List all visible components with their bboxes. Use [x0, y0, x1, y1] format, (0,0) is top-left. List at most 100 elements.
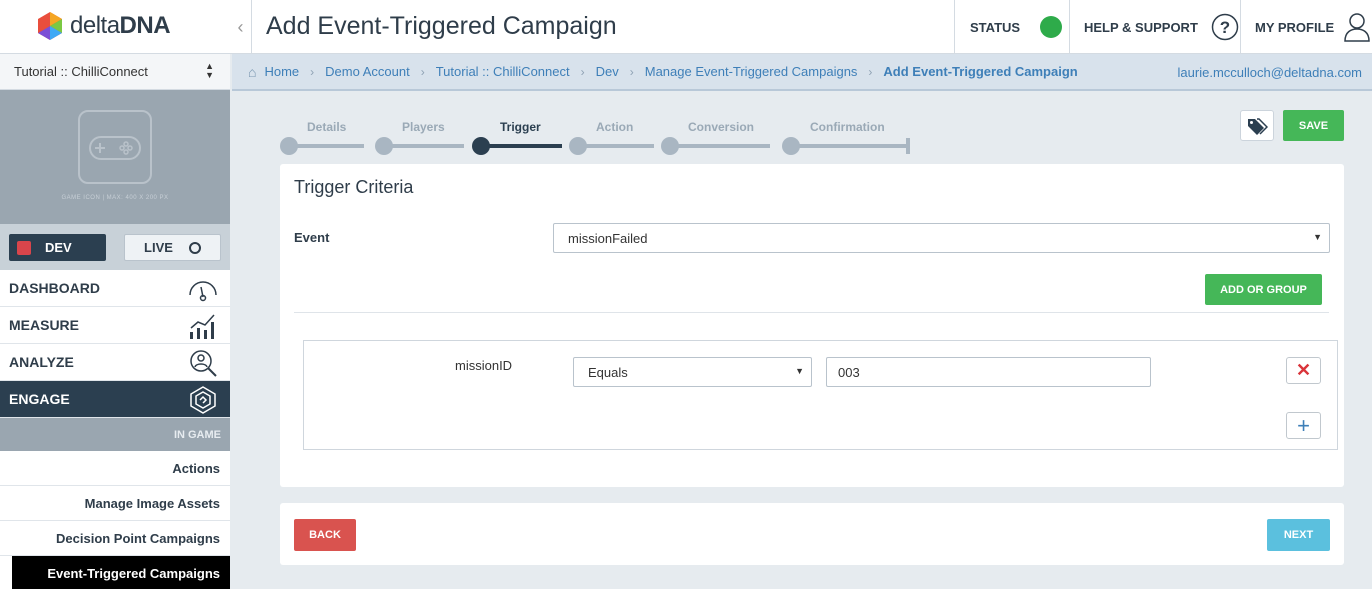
operator-select-value: Equals: [588, 364, 628, 380]
cube-icon: [17, 240, 31, 255]
step-connector: [578, 144, 654, 148]
criteria-value-text: 003: [838, 364, 860, 380]
operator-select[interactable]: Equals ▼: [573, 357, 812, 387]
divider: [294, 312, 1329, 313]
step-conversion-label[interactable]: Conversion: [688, 120, 754, 134]
game-icon-placeholder: [78, 110, 152, 184]
nav-engage-label: ENGAGE: [9, 391, 70, 407]
env-dev-label: DEV: [45, 240, 72, 255]
tags-icon: [1248, 117, 1268, 135]
breadcrumb-current: Add Event-Triggered Campaign: [883, 64, 1078, 79]
env-live-button[interactable]: LIVE: [124, 234, 221, 261]
help-icon: ?: [1211, 13, 1239, 41]
env-dev-button[interactable]: DEV: [9, 234, 106, 261]
user-email-link[interactable]: laurie.mcculloch@deltadna.com: [1178, 65, 1362, 80]
svg-text:?: ?: [1220, 18, 1230, 37]
env-live-label: LIVE: [144, 240, 173, 255]
step-players-dot[interactable]: [375, 137, 393, 155]
card-title: Trigger Criteria: [294, 177, 414, 197]
nav-decision-point-campaigns[interactable]: Decision Point Campaigns: [0, 521, 230, 556]
nav-analyze[interactable]: ANALYZE: [0, 344, 230, 381]
wizard-steps: Details Players Trigger Action Conversio…: [280, 112, 920, 162]
step-players-label[interactable]: Players: [402, 120, 445, 134]
next-button[interactable]: NEXT: [1267, 519, 1330, 551]
trigger-criteria-card: Trigger Criteria Event missionFailed ▼ A…: [280, 164, 1344, 487]
gamepad-icon: [89, 136, 141, 160]
help-support-link[interactable]: HELP & SUPPORT ?: [1069, 0, 1241, 54]
engage-icon: [190, 386, 216, 414]
nav-actions[interactable]: Actions: [0, 451, 230, 486]
my-profile-link[interactable]: MY PROFILE: [1240, 0, 1372, 54]
nav-analyze-label: ANALYZE: [9, 354, 74, 370]
game-icon-area[interactable]: GAME ICON | MAX: 400 X 200 PX: [0, 90, 230, 224]
ring-icon: [188, 241, 201, 254]
breadcrumb-dev[interactable]: Dev: [596, 64, 619, 79]
step-connector: [384, 144, 464, 148]
step-connector: [790, 144, 906, 148]
nav-measure-label: MEASURE: [9, 317, 80, 333]
wizard-footer: BACK NEXT: [280, 503, 1344, 565]
nav-event-triggered-campaigns[interactable]: Event-Triggered Campaigns: [12, 556, 230, 589]
status-indicator[interactable]: STATUS: [954, 0, 1070, 54]
step-confirmation-label[interactable]: Confirmation: [810, 120, 885, 134]
nav-manage-image-assets[interactable]: Manage Image Assets: [0, 486, 230, 521]
top-header: deltaDNA ‹ Add Event-Triggered Campaign …: [0, 0, 1372, 54]
step-trigger-dot[interactable]: [472, 137, 490, 155]
step-connector: [289, 144, 364, 148]
chevron-right-icon: ›: [629, 64, 634, 79]
step-confirmation-dot[interactable]: [782, 137, 800, 155]
status-label: STATUS: [970, 19, 1021, 35]
add-or-group-button[interactable]: ADD OR GROUP: [1205, 274, 1322, 305]
breadcrumb-demo-account[interactable]: Demo Account: [325, 64, 410, 79]
step-details-label[interactable]: Details: [307, 120, 346, 134]
sidebar: Tutorial :: ChilliConnect ▲ ▼ GAME ICON |…: [0, 54, 230, 589]
back-button[interactable]: BACK: [294, 519, 356, 551]
profile-label: MY PROFILE: [1255, 19, 1335, 35]
deltadna-logo[interactable]: deltaDNA: [36, 10, 171, 42]
breadcrumb-manage-campaigns[interactable]: Manage Event-Triggered Campaigns: [645, 64, 858, 79]
step-end-marker: [906, 138, 910, 154]
step-action-label[interactable]: Action: [596, 120, 633, 134]
step-trigger-label[interactable]: Trigger: [500, 120, 541, 134]
game-icon-caption: GAME ICON | MAX: 400 X 200 PX: [61, 195, 169, 201]
chevron-right-icon: ›: [310, 64, 315, 79]
updown-arrows-icon: ▲ ▼: [205, 61, 214, 80]
page-title: Add Event-Triggered Campaign: [266, 12, 617, 40]
breadcrumb-game[interactable]: Tutorial :: ChilliConnect: [436, 64, 570, 79]
chevron-right-icon: ›: [580, 64, 585, 79]
criteria-value-input[interactable]: 003: [826, 357, 1151, 387]
status-dot-icon: [1040, 16, 1063, 38]
event-select-value: missionFailed: [568, 230, 648, 246]
gauge-icon: [189, 281, 217, 302]
chevron-right-icon: ›: [868, 64, 873, 79]
step-action-dot[interactable]: [569, 137, 587, 155]
game-select[interactable]: Tutorial :: ChilliConnect ▲ ▼: [0, 54, 230, 90]
event-label: Event: [294, 230, 330, 245]
chevron-right-icon: ›: [420, 64, 425, 79]
save-button[interactable]: SAVE: [1283, 110, 1344, 141]
magnifier-user-icon: [190, 350, 217, 377]
nav-measure[interactable]: MEASURE: [0, 307, 230, 344]
collapse-sidebar-button[interactable]: ‹: [230, 0, 252, 54]
criteria-group: missionID Equals ▼ 003 ✕ +: [303, 340, 1338, 450]
step-conversion-dot[interactable]: [661, 137, 679, 155]
deltadna-logo-icon: [38, 12, 62, 40]
event-select[interactable]: missionFailed ▼: [553, 223, 1330, 253]
remove-criteria-button[interactable]: ✕: [1286, 357, 1321, 384]
nav-dashboard-label: DASHBOARD: [9, 280, 100, 296]
breadcrumb: ⌂ Home › Demo Account › Tutorial :: Chil…: [232, 54, 1372, 91]
breadcrumb-trail: ⌂ Home › Demo Account › Tutorial :: Chil…: [232, 64, 1078, 80]
breadcrumb-home[interactable]: Home: [264, 64, 299, 79]
chevron-left-icon: ‹: [237, 16, 244, 37]
user-icon: [1344, 13, 1370, 42]
chart-icon: [190, 314, 215, 339]
step-connector: [480, 144, 562, 148]
add-criteria-button[interactable]: +: [1286, 412, 1321, 439]
nav-dashboard[interactable]: DASHBOARD: [0, 270, 230, 307]
step-details-dot[interactable]: [280, 137, 298, 155]
dropdown-arrow-icon: ▼: [795, 366, 804, 376]
environment-toggle: DEV LIVE: [0, 224, 230, 270]
tags-button[interactable]: [1240, 110, 1274, 141]
nav-engage[interactable]: ENGAGE: [0, 381, 230, 418]
home-icon: ⌂: [248, 63, 257, 80]
